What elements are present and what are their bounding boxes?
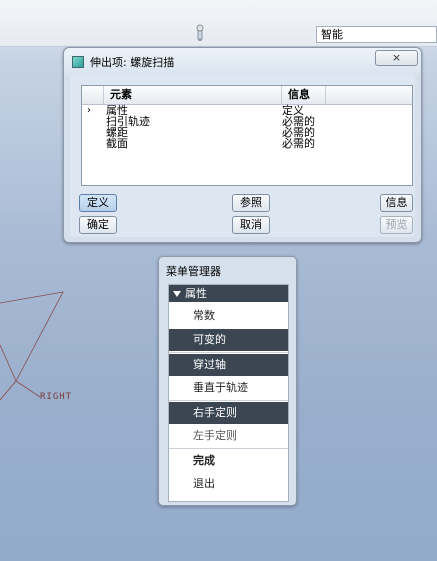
sketch-geometry — [0, 291, 64, 401]
ok-button[interactable]: 确定 — [79, 216, 117, 234]
menu-item-right-handed[interactable]: 右手定则 — [169, 402, 288, 424]
close-icon: × — [391, 51, 402, 64]
close-button[interactable]: × — [375, 50, 418, 66]
table-header: 元素 信息 — [82, 86, 412, 105]
table-row[interactable]: 扫引轨迹 必需的 — [82, 116, 412, 127]
header-element[interactable]: 元素 — [104, 86, 282, 104]
row-info: 必需的 — [282, 137, 315, 150]
datum-label: RIGHT — [40, 392, 73, 402]
filter-select[interactable]: 智能 — [316, 26, 437, 43]
table-row[interactable]: 截面 必需的 — [82, 138, 412, 149]
menu-item-left-handed[interactable]: 左手定则 — [169, 425, 288, 447]
info-button[interactable]: 信息 — [380, 194, 413, 212]
dialog-app-icon — [72, 56, 84, 68]
menu-item-thru-axis[interactable]: 穿过轴 — [169, 354, 288, 376]
element-table[interactable]: 元素 信息 › 属性 定义 扫引轨迹 必需的 螺距 必需的 截面 必需的 — [81, 85, 413, 186]
menu-section-header[interactable]: 属性 — [169, 285, 288, 302]
menu-panel: 属性 常数 可变的 穿过轴 垂直于轨迹 右手定则 左手定则 完成 退出 — [168, 284, 289, 502]
cancel-button[interactable]: 取消 — [232, 216, 270, 234]
menu-manager: 菜单管理器 属性 常数 可变的 穿过轴 垂直于轨迹 右手定则 左手定则 完成 退… — [158, 256, 297, 506]
helical-sweep-dialog: 伸出项: 螺旋扫描 × 元素 信息 › 属性 定义 扫引轨迹 必需的 螺距 必需… — [63, 47, 422, 243]
collapse-triangle-icon — [173, 291, 181, 297]
references-button[interactable]: 参照 — [232, 194, 270, 212]
header-marker-column — [82, 86, 104, 104]
dialog-body: 元素 信息 › 属性 定义 扫引轨迹 必需的 螺距 必需的 截面 必需的 定义 … — [70, 75, 415, 237]
dialog-title: 伸出项: 螺旋扫描 — [90, 56, 175, 69]
menu-manager-title: 菜单管理器 — [166, 265, 221, 278]
menu-item-norm-to-traj[interactable]: 垂直于轨迹 — [169, 377, 288, 399]
menu-section-label: 属性 — [185, 287, 207, 300]
header-info[interactable]: 信息 — [282, 86, 326, 104]
menu-item-constant[interactable]: 常数 — [169, 305, 288, 327]
top-toolbar: 智能 — [0, 0, 437, 47]
lightbulb-icon[interactable] — [196, 24, 204, 42]
define-button[interactable]: 定义 — [79, 194, 117, 212]
preview-button[interactable]: 预览 — [380, 216, 413, 234]
table-row[interactable]: 螺距 必需的 — [82, 127, 412, 138]
menu-item-done[interactable]: 完成 — [169, 450, 288, 472]
menu-divider — [169, 352, 288, 353]
menu-divider — [169, 400, 288, 401]
row-element: 截面 — [106, 137, 128, 150]
dialog-titlebar[interactable]: 伸出项: 螺旋扫描 × — [64, 48, 421, 75]
current-row-marker-icon: › — [87, 105, 91, 116]
menu-divider — [169, 448, 288, 449]
menu-item-variable[interactable]: 可变的 — [169, 329, 288, 351]
table-rows: › 属性 定义 扫引轨迹 必需的 螺距 必需的 截面 必需的 — [82, 105, 412, 149]
menu-item-quit[interactable]: 退出 — [169, 473, 288, 495]
